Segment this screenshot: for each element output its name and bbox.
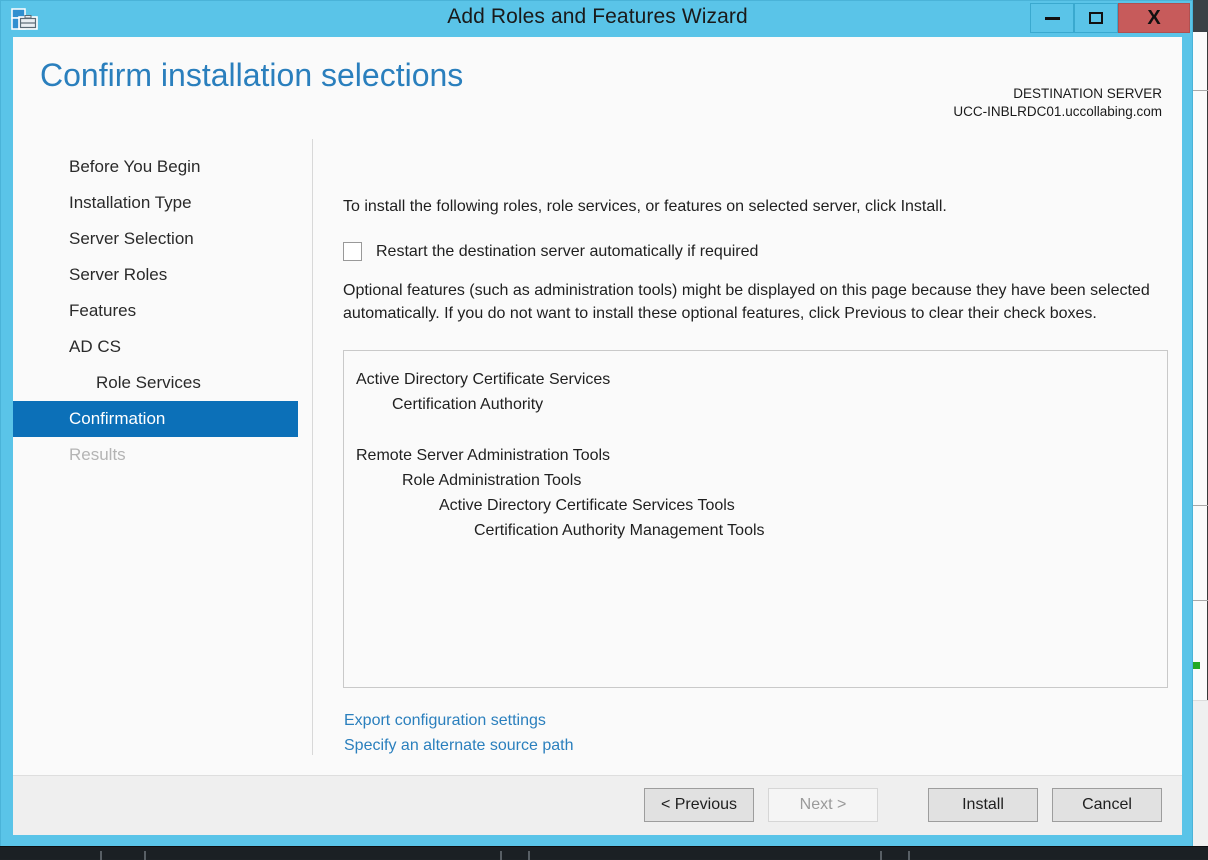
window-title: Add Roles and Features Wizard [447,5,748,28]
close-icon: X [1147,7,1161,29]
sidebar-item-server-selection[interactable]: Server Selection [13,221,300,257]
minimize-button[interactable] [1030,3,1074,33]
nav-label: Server Selection [69,229,194,248]
previous-button[interactable]: < Previous [644,788,754,822]
sidebar-item-role-services[interactable]: Role Services [13,365,300,401]
wizard-footer: < Previous Next > Install Cancel [13,775,1182,835]
nav-label: Role Services [96,373,201,392]
wizard-body: Before You Begin Installation Type Serve… [13,139,1182,775]
footer-button-group: < Previous Next > Install Cancel [644,788,1162,822]
list-separator [354,417,1167,443]
sidebar-item-ad-cs[interactable]: AD CS [13,329,300,365]
nav-label: Features [69,301,137,320]
export-configuration-settings-link[interactable]: Export configuration settings [344,708,1182,733]
wizard-client-area: Confirm installation selections DESTINAT… [13,37,1182,835]
list-item: Remote Server Administration Tools [356,446,611,464]
list-item: Role Administration Tools [402,471,582,489]
destination-server-block: DESTINATION SERVER UCC-INBLRDC01.uccolla… [953,85,1162,121]
wizard-content: To install the following roles, role ser… [331,139,1182,758]
restart-checkbox-label: Restart the destination server automatic… [376,242,759,260]
list-item: Active Directory Certificate Services To… [439,496,735,514]
sidebar-item-server-roles[interactable]: Server Roles [13,257,300,293]
window-titlebar[interactable]: Add Roles and Features Wizard X [1,1,1192,35]
maximize-icon [1089,12,1103,24]
list-item: Certification Authority Management Tools [474,521,765,539]
nav-label: Confirmation [69,409,166,428]
restart-server-option[interactable]: Restart the destination server automatic… [343,242,1182,262]
next-button: Next > [768,788,878,822]
minimize-icon [1044,16,1060,20]
page-title: Confirm installation selections [40,57,464,93]
navigation-divider [312,139,313,755]
page-header: Confirm installation selections DESTINAT… [13,37,1182,139]
sidebar-item-before-you-begin[interactable]: Before You Begin [13,149,300,185]
list-item: Active Directory Certificate Services [356,370,611,388]
sidebar-item-features[interactable]: Features [13,293,300,329]
list-item: Certification Authority [392,395,544,413]
intro-text: To install the following roles, role ser… [343,198,947,215]
sidebar-item-installation-type[interactable]: Installation Type [13,185,300,221]
selected-features-listbox[interactable]: Active Directory Certificate Services Ce… [343,349,1168,688]
destination-server-name: UCC-INBLRDC01.uccollabing.com [953,104,1162,120]
taskbar[interactable] [0,846,1208,860]
add-roles-wizard-window: Add Roles and Features Wizard X Confirm … [0,0,1193,847]
nav-label: Before You Begin [69,157,201,176]
nav-label: Installation Type [69,193,192,212]
sidebar-item-results: Results [13,437,300,473]
specify-alternate-source-path-link[interactable]: Specify an alternate source path [344,733,1182,758]
maximize-button[interactable] [1074,3,1118,33]
install-button[interactable]: Install [928,788,1038,822]
optional-features-note: Optional features (such as administratio… [343,282,1150,323]
destination-server-label: DESTINATION SERVER [1013,86,1162,101]
nav-label: Server Roles [69,265,168,284]
restart-checkbox[interactable] [343,242,362,262]
wizard-links: Export configuration settings Specify an… [344,708,1182,758]
wizard-navigation: Before You Begin Installation Type Serve… [13,149,300,473]
window-controls: X [1030,3,1190,33]
nav-label: AD CS [69,337,121,356]
nav-label: Results [69,445,126,464]
cancel-button[interactable]: Cancel [1052,788,1162,822]
sidebar-item-confirmation[interactable]: Confirmation [13,401,298,437]
close-button[interactable]: X [1118,3,1190,33]
desktop-background: Add Roles and Features Wizard X Confirm … [0,0,1208,860]
